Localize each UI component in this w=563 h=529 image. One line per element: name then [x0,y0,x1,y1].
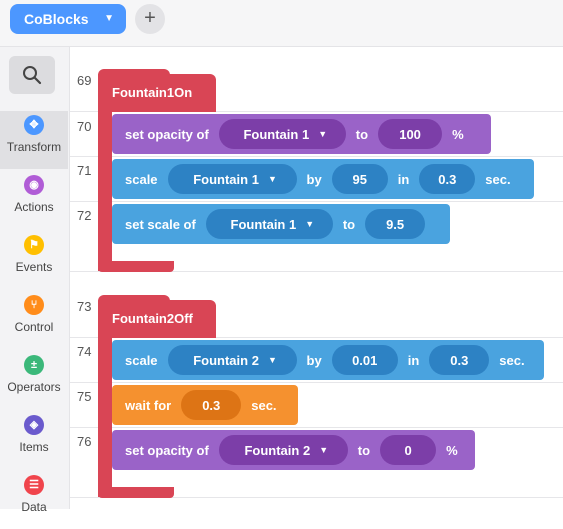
category-sidebar: ✥ Transform ◉ Actions ⚑ Events ⑂ Control… [0,47,70,514]
top-bar: CoBlocks ▼ + [0,0,563,47]
branch-icon: ⑂ [24,295,44,315]
set-scale-block[interactable]: set scale of Fountain 1 ▼ to 9.5 [112,204,450,244]
category-operators[interactable]: ± Operators [0,351,68,409]
block-unit: % [446,442,458,458]
time-input[interactable]: 0.3 [181,390,242,420]
category-events[interactable]: ⚑ Events [0,231,68,289]
flag-icon: ⚑ [24,235,44,255]
block-label: scale [125,352,158,368]
row-divider [70,156,563,157]
block-label: wait for [125,397,172,413]
block-keyword: to [355,126,369,142]
category-control[interactable]: ⑂ Control [0,291,68,349]
category-data[interactable]: ☰ Data [0,471,68,529]
chevron-down-icon: ▼ [318,129,328,139]
value-input[interactable]: 95 [331,164,388,194]
block-unit: sec. [485,171,511,187]
project-selector-button[interactable]: CoBlocks ▼ [10,4,126,34]
plus-minus-icon: ± [24,355,44,375]
block-unit: sec. [499,352,525,368]
add-project-button[interactable]: + [135,4,165,34]
block-keyword: by [306,352,322,368]
event-block-fountain2off[interactable]: Fountain2Off [98,295,216,338]
line-number: 71 [77,163,92,178]
event-block-fountain1on[interactable]: Fountain1On [98,69,216,112]
category-label: Actions [14,200,54,214]
object-dropdown[interactable]: Fountain 2 ▼ [167,345,297,375]
chevron-down-icon: ▼ [267,174,277,184]
time-input[interactable]: 0.3 [419,164,476,194]
category-label: Events [15,260,53,274]
block-keyword: in [407,352,420,368]
time-input[interactable]: 0.3 [429,345,490,375]
object-dropdown[interactable]: Fountain 1 ▼ [218,119,346,149]
value-input[interactable]: 100 [378,119,443,149]
block-keyword: in [397,171,410,187]
event-block-arm [98,337,112,497]
chevron-down-icon: ▼ [267,355,277,365]
eye-icon: ◉ [24,175,44,195]
event-name: Fountain2Off [112,311,193,326]
line-number: 70 [77,119,92,134]
object-dropdown[interactable]: Fountain 2 ▼ [218,435,348,465]
block-label: set opacity of [125,442,209,458]
category-label: Control [14,320,54,334]
block-unit: sec. [251,397,277,413]
set-opacity-block[interactable]: set opacity of Fountain 2 ▼ to 0 % [112,430,475,470]
line-number: 73 [77,299,92,314]
move-icon: ✥ [24,115,44,135]
category-label: Operators [7,380,61,394]
event-block-foot [98,261,174,272]
line-number: 74 [77,344,92,359]
event-block-foot [98,487,174,498]
line-number: 72 [77,208,92,223]
value-input[interactable]: 9.5 [365,209,426,239]
category-actions[interactable]: ◉ Actions [0,171,68,229]
chevron-down-icon: ▼ [104,13,114,24]
category-label: Data [21,500,47,514]
event-block-arm [98,111,112,271]
line-number: 76 [77,434,92,449]
set-opacity-block[interactable]: set opacity of Fountain 1 ▼ to 100 % [112,114,491,154]
category-transform[interactable]: ✥ Transform [0,111,68,169]
scale-block[interactable]: scale Fountain 1 ▼ by 95 in 0.3 sec. [112,159,534,199]
row-divider [70,382,563,383]
chevron-down-icon: ▼ [319,445,329,455]
block-keyword: to [357,442,371,458]
chevron-down-icon: ▼ [305,219,315,229]
value-input[interactable]: 0.01 [331,345,398,375]
category-label: Items [19,440,49,454]
search-icon [23,66,42,85]
object-name: Fountain 2 [244,442,311,458]
category-label: Transform [6,140,62,154]
row-divider [70,427,563,428]
object-dropdown[interactable]: Fountain 1 ▼ [205,209,333,239]
wait-block[interactable]: wait for 0.3 sec. [112,385,298,425]
scale-block[interactable]: scale Fountain 2 ▼ by 0.01 in 0.3 sec. [112,340,544,380]
database-icon: ☰ [24,475,44,495]
event-name: Fountain1On [112,85,193,100]
block-label: set scale of [125,216,196,232]
row-divider [70,201,563,202]
search-button[interactable] [9,56,55,94]
line-number: 69 [77,73,92,88]
object-name: Fountain 1 [230,216,297,232]
object-name: Fountain 2 [193,352,259,368]
object-dropdown[interactable]: Fountain 1 ▼ [167,164,297,194]
block-label: scale [125,171,158,187]
line-number: 75 [77,389,92,404]
category-items[interactable]: ◈ Items [0,411,68,469]
block-label: set opacity of [125,126,209,142]
object-name: Fountain 1 [193,171,259,187]
block-keyword: to [342,216,356,232]
project-name: CoBlocks [24,11,89,27]
block-unit: % [452,126,464,142]
code-workspace[interactable]: 69 70 71 72 73 74 75 76 Fountain1On set … [70,47,563,509]
cube-icon: ◈ [24,415,44,435]
value-input[interactable]: 0 [380,435,437,465]
object-name: Fountain 1 [243,126,310,142]
block-keyword: by [306,171,322,187]
